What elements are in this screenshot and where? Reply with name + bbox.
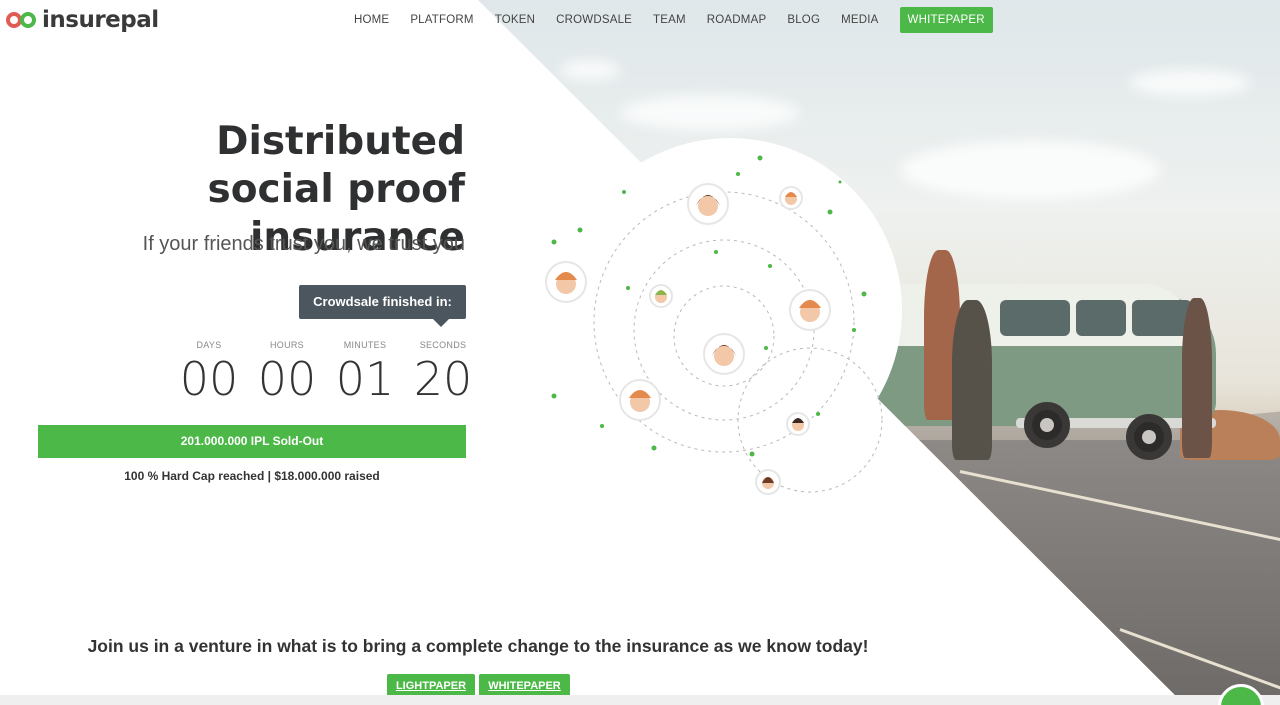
nav-roadmap[interactable]: ROADMAP xyxy=(707,14,767,26)
hero-subtitle: If your friends trust you, we trust you xyxy=(142,233,465,255)
countdown-hours-label: HOURS xyxy=(269,340,304,350)
countdown-seconds-value: 20 xyxy=(413,352,473,406)
logo-mark-icon xyxy=(6,10,40,30)
countdown-minutes-label: MINUTES xyxy=(343,340,387,350)
nav-crowdsale[interactable]: CROWDSALE xyxy=(556,14,632,26)
nav-whitepaper-button[interactable]: WHITEPAPER xyxy=(899,7,993,33)
countdown-seconds-label: SECONDS xyxy=(419,340,467,350)
logo[interactable]: insurepal xyxy=(6,6,159,34)
nav-blog[interactable]: BLOG xyxy=(787,14,820,26)
network-svg xyxy=(545,138,902,495)
main-nav: HOME PLATFORM TOKEN CROWDSALE TEAM ROADM… xyxy=(354,6,993,34)
hero-title-line1: Distributed xyxy=(216,119,465,164)
social-network-graphic xyxy=(540,130,902,510)
hardcap-text: 100 % Hard Cap reached | $18.000.000 rai… xyxy=(124,469,380,483)
nav-team[interactable]: TEAM xyxy=(653,14,686,26)
countdown-days-label: DAYS xyxy=(196,340,222,350)
soldout-bar: 201.000.000 IPL Sold-Out xyxy=(38,425,466,458)
countdown-heading: Crowdsale finished in: xyxy=(299,285,466,327)
nav-token[interactable]: TOKEN xyxy=(495,14,535,26)
countdown-minutes: MINUTES 01 xyxy=(326,340,404,406)
join-headline: Join us in a venture in what is to bring… xyxy=(87,636,869,656)
nav-home[interactable]: HOME xyxy=(354,14,389,26)
nav-media[interactable]: MEDIA xyxy=(841,14,878,26)
countdown-days: DAYS 00 xyxy=(170,340,248,406)
countdown-hours-value: 00 xyxy=(257,352,317,406)
countdown-minutes-value: 01 xyxy=(335,352,395,406)
logo-text: insurepal xyxy=(42,7,159,33)
countdown-days-value: 00 xyxy=(179,352,239,406)
van-illustration xyxy=(866,284,1216,460)
nav-platform[interactable]: PLATFORM xyxy=(410,14,473,26)
countdown-hours: HOURS 00 xyxy=(248,340,326,406)
countdown: DAYS 00 HOURS 00 MINUTES 01 SECONDS 20 xyxy=(170,340,482,406)
countdown-seconds: SECONDS 20 xyxy=(404,340,482,406)
footer-strip xyxy=(0,695,1280,705)
